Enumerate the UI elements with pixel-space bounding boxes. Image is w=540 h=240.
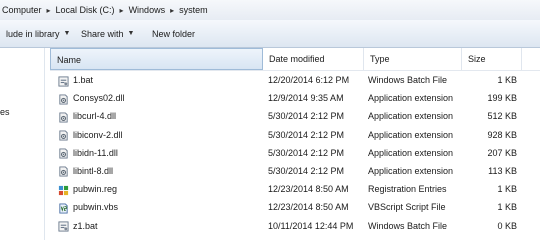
file-type: Application extension <box>368 129 454 140</box>
registry-file-icon <box>58 184 69 195</box>
breadcrumb-local-disk[interactable]: Local Disk (C:) <box>54 5 117 15</box>
file-name-cell[interactable]: 1.bat <box>58 71 263 89</box>
breadcrumb-system[interactable]: system <box>177 5 210 15</box>
breadcrumb-windows[interactable]: Windows <box>127 5 168 15</box>
file-name: pubwin.reg <box>73 184 118 195</box>
breadcrumb-separator-icon[interactable]: ▸ <box>44 6 54 15</box>
column-header-size[interactable]: Size <box>462 48 522 70</box>
file-row[interactable]: libintl-8.dll 5/30/2014 2:12 PM Applicatio… <box>50 162 540 180</box>
include-in-library-button[interactable]: lude in library ▼ <box>0 20 78 47</box>
file-name: libiconv-2.dll <box>73 129 123 140</box>
file-row[interactable]: Consys02.dll 12/9/2014 9:35 AM Application… <box>50 89 540 107</box>
new-folder-button[interactable]: New folder <box>144 20 203 47</box>
batch-file-icon <box>58 220 69 232</box>
file-size: 1 KB <box>497 184 517 195</box>
file-date: 5/30/2014 2:12 PM <box>268 111 345 122</box>
file-type: Application extension <box>368 165 454 176</box>
file-name-cell[interactable]: z1.bat <box>58 217 263 235</box>
share-with-button[interactable]: Share with ▼ <box>73 20 142 47</box>
file-date: 12/23/2014 8:50 AM <box>268 184 349 195</box>
dll-file-icon <box>58 165 69 177</box>
dll-file-icon <box>58 93 69 105</box>
file-row[interactable]: libcurl-4.dll 5/30/2014 2:12 PM Applicatio… <box>50 107 540 125</box>
file-date: 5/30/2014 2:12 PM <box>268 165 345 176</box>
file-row[interactable]: pubwin.vbs 12/23/2014 8:50 AM VBScript Scr… <box>50 198 540 216</box>
file-row[interactable]: 1.bat 12/20/2014 6:12 PM Windows Batch Fil… <box>50 71 540 89</box>
chevron-down-icon: ▼ <box>127 30 135 37</box>
file-name-cell[interactable]: libintl-8.dll <box>58 162 263 180</box>
file-name-cell[interactable]: libiconv-2.dll <box>58 126 263 144</box>
column-header-row: Name Date modified Type Size <box>50 48 540 71</box>
file-size: 199 KB <box>487 93 517 104</box>
breadcrumb-computer[interactable]: Computer <box>0 5 44 15</box>
breadcrumb-separator-icon[interactable]: ▸ <box>167 6 177 15</box>
file-size: 1 KB <box>497 202 517 213</box>
column-header-date-modified[interactable]: Date modified <box>263 48 364 70</box>
file-name: libidn-11.dll <box>73 147 118 158</box>
file-type: Application extension <box>368 93 454 104</box>
file-size: 0 KB <box>497 220 517 231</box>
file-rows: 1.bat 12/20/2014 6:12 PM Windows Batch Fil… <box>50 71 540 235</box>
file-name-cell[interactable]: libidn-11.dll <box>58 144 263 162</box>
chevron-down-icon: ▼ <box>63 30 71 37</box>
file-name: libcurl-4.dll <box>73 111 117 122</box>
file-name-cell[interactable]: pubwin.reg <box>58 180 263 198</box>
file-type: VBScript Script File <box>368 202 446 213</box>
column-header-name[interactable]: Name <box>50 48 263 70</box>
dll-file-icon <box>58 147 69 159</box>
file-name-cell[interactable]: pubwin.vbs <box>58 198 263 216</box>
new-folder-label: New folder <box>152 28 196 39</box>
file-row[interactable]: libidn-11.dll 5/30/2014 2:12 PM Applicatio… <box>50 144 540 162</box>
file-row[interactable]: pubwin.reg 12/23/2014 8:50 AM Registration… <box>50 180 540 198</box>
file-name-cell[interactable]: libcurl-4.dll <box>58 107 263 125</box>
file-name: Consys02.dll <box>73 93 125 104</box>
include-in-library-label: lude in library <box>6 28 60 39</box>
file-date: 10/11/2014 12:44 PM <box>268 220 354 231</box>
file-date: 12/20/2014 6:12 PM <box>268 75 350 85</box>
file-size: 207 KB <box>487 147 517 158</box>
file-name: pubwin.vbs <box>73 202 119 213</box>
file-list[interactable]: Name Date modified Type Size 1.bat 12/20/… <box>50 48 540 235</box>
file-size: 1 KB <box>497 75 517 85</box>
file-date: 12/23/2014 8:50 AM <box>268 202 349 213</box>
command-bar: lude in library ▼ Share with ▼ New folde… <box>0 20 540 48</box>
file-size: 113 KB <box>488 165 517 176</box>
file-type: Application extension <box>368 111 454 122</box>
column-header-type[interactable]: Type <box>364 48 462 70</box>
vbscript-file-icon <box>58 202 69 214</box>
navigation-pane[interactable]: es <box>0 48 45 240</box>
file-date: 5/30/2014 2:12 PM <box>268 147 345 158</box>
file-type: Registration Entries <box>368 184 447 195</box>
file-size: 928 KB <box>487 129 517 140</box>
file-type: Windows Batch File <box>368 220 448 231</box>
dll-file-icon <box>58 111 69 123</box>
file-name-cell[interactable]: Consys02.dll <box>58 89 263 107</box>
file-size: 512 KB <box>487 111 517 122</box>
file-name: 1.bat <box>73 75 94 85</box>
nav-item-partial[interactable]: es <box>0 107 10 117</box>
file-type: Application extension <box>368 147 454 158</box>
file-name: libintl-8.dll <box>73 165 114 176</box>
batch-file-icon <box>58 75 69 87</box>
file-name: z1.bat <box>73 220 98 231</box>
address-bar[interactable]: Computer ▸ Local Disk (C:) ▸ Windows ▸ s… <box>0 0 540 21</box>
file-date: 12/9/2014 9:35 AM <box>268 93 344 104</box>
dll-file-icon <box>58 129 69 141</box>
file-row[interactable]: z1.bat 10/11/2014 12:44 PM Windows Batch F… <box>50 217 540 235</box>
file-row[interactable]: libiconv-2.dll 5/30/2014 2:12 PM Applicati… <box>50 126 540 144</box>
breadcrumb-separator-icon[interactable]: ▸ <box>117 6 127 15</box>
share-with-label: Share with <box>81 28 124 39</box>
file-type: Windows Batch File <box>368 75 448 85</box>
file-date: 5/30/2014 2:12 PM <box>268 129 345 140</box>
